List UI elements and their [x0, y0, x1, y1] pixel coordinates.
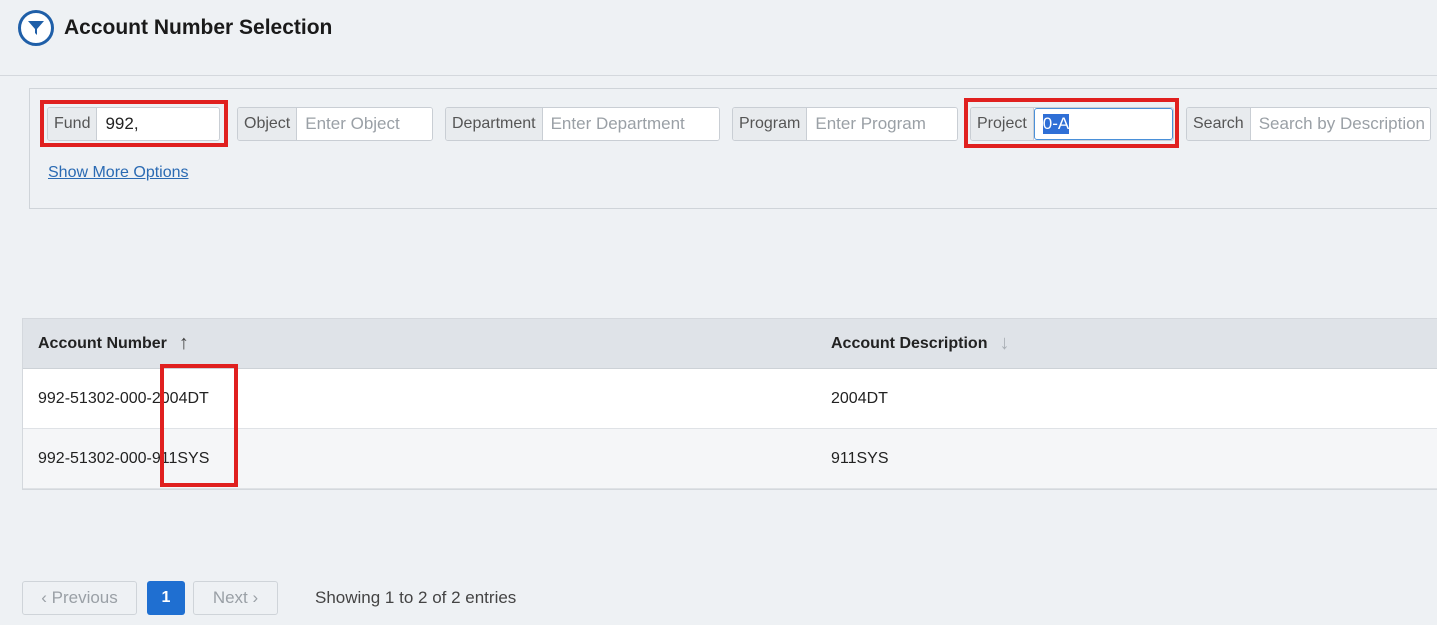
sort-descending-icon: ↓ [999, 332, 1010, 354]
page-1-button[interactable]: 1 [147, 581, 185, 615]
project-input[interactable]: 0-A [1033, 108, 1173, 140]
object-input[interactable] [297, 108, 432, 140]
department-label: Department [446, 108, 543, 140]
account-number-cell: 992-51302-000-911SYS [38, 449, 210, 467]
next-page-button[interactable]: Next › [193, 581, 278, 615]
column-label: Account Number [38, 334, 167, 352]
show-more-options-link[interactable]: Show More Options [48, 164, 189, 182]
account-description-cell: 911SYS [831, 449, 889, 467]
program-field: Program [732, 107, 958, 141]
column-label: Account Description [831, 334, 988, 352]
column-account-description[interactable]: Account Description ↓ [831, 332, 1009, 355]
fund-label: Fund [48, 108, 98, 140]
page-header: Account Number Selection [0, 0, 1437, 76]
table-header: Account Number ↑ Account Description ↓ [23, 319, 1437, 369]
table-row[interactable]: 992-51302-000-2004DT 2004DT [23, 369, 1437, 429]
project-label: Project [971, 108, 1034, 140]
search-field: Search [1186, 107, 1431, 141]
department-input[interactable] [542, 108, 719, 140]
sort-ascending-icon: ↑ [178, 332, 189, 354]
department-field: Department [445, 107, 720, 141]
program-input[interactable] [807, 108, 957, 140]
object-field: Object [237, 107, 433, 141]
filter-funnel-icon [18, 10, 54, 46]
program-label: Program [733, 108, 808, 140]
page-title: Account Number Selection [64, 16, 333, 39]
search-label: Search [1187, 108, 1251, 140]
fund-field: Fund [47, 107, 220, 141]
project-field: Project 0-A [970, 107, 1174, 141]
column-account-number[interactable]: Account Number ↑ [38, 332, 189, 355]
previous-page-button[interactable]: ‹ Previous [22, 581, 137, 615]
fund-input[interactable] [97, 108, 219, 140]
account-number-cell: 992-51302-000-2004DT [38, 389, 209, 407]
entries-summary: Showing 1 to 2 of 2 entries [315, 588, 517, 607]
accounts-table: Account Number ↑ Account Description ↓ 9… [22, 318, 1437, 490]
table-row[interactable]: 992-51302-000-911SYS 911SYS [23, 429, 1437, 489]
account-description-cell: 2004DT [831, 389, 888, 407]
search-input[interactable] [1250, 108, 1430, 140]
project-input-value: 0-A [1042, 114, 1070, 134]
object-label: Object [238, 108, 298, 140]
